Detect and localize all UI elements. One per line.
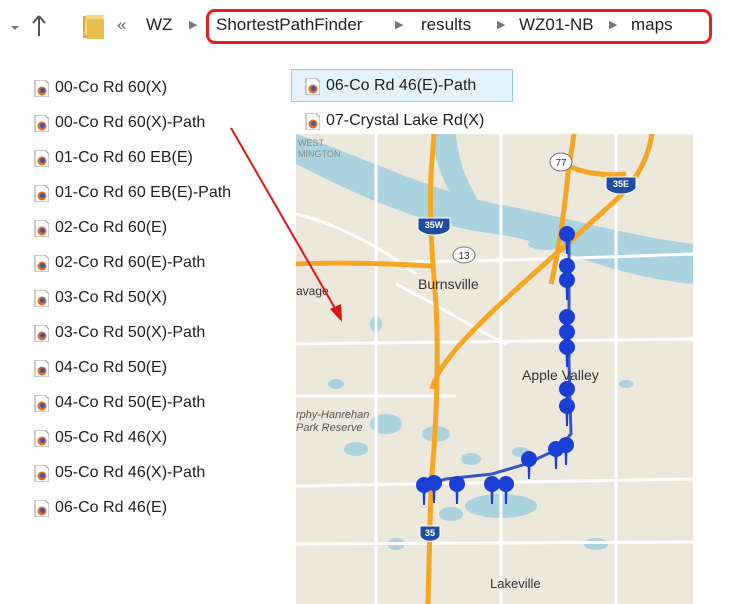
file-name: 03-Co Rd 50(X)-Path (55, 324, 206, 341)
firefox-html-file-icon (34, 360, 49, 377)
place-label: WEST (298, 138, 325, 148)
file-name: 01-Co Rd 60 EB(E) (55, 149, 193, 166)
folder-icon (83, 15, 104, 39)
firefox-html-file-icon (34, 290, 49, 307)
file-name: 06-Co Rd 46(E)-Path (326, 77, 477, 94)
firefox-html-file-icon (305, 78, 320, 95)
file-name: 05-Co Rd 46(X) (55, 429, 168, 446)
highway-77-shield: 77 (549, 152, 573, 172)
shield-label: 13 (458, 251, 470, 262)
overflow-crumbs-button[interactable]: « (117, 15, 126, 35)
file-name: 00-Co Rd 60(X) (55, 79, 168, 96)
file-name: 06-Co Rd 46(E) (55, 499, 168, 516)
shield-label: 35 (425, 528, 435, 538)
firefox-html-file-icon (34, 465, 49, 482)
path-highlight-box (206, 9, 712, 44)
map-canvas: 35W 35E 35 77 13 WEST MINGTON Burnsville… (296, 134, 693, 604)
place-label: rphy-Hanrehan (296, 409, 369, 421)
firefox-html-file-icon (34, 185, 49, 202)
file-name: 05-Co Rd 46(X)-Path (55, 464, 206, 481)
file-name: 01-Co Rd 60 EB(E)-Path (55, 184, 232, 201)
place-label: Burnsville (418, 276, 479, 292)
firefox-html-file-icon (34, 80, 49, 97)
firefox-html-file-icon (34, 395, 49, 412)
highway-13-shield: 13 (452, 246, 476, 264)
shield-label: 35W (425, 220, 444, 230)
recent-locations-chevron-icon[interactable] (9, 22, 21, 34)
map-preview[interactable]: 35W 35E 35 77 13 WEST MINGTON Burnsville… (296, 134, 693, 604)
firefox-html-file-icon (34, 255, 49, 272)
file-name: 03-Co Rd 50(X) (55, 289, 168, 306)
address-bar: « WZ ▶ ShortestPathFinder ▶ results ▶ WZ… (0, 0, 741, 56)
firefox-html-file-icon (34, 115, 49, 132)
shield-label: 77 (555, 158, 567, 169)
breadcrumb-wz[interactable]: WZ (146, 15, 172, 35)
up-arrow-icon[interactable] (31, 14, 47, 38)
file-name: 07-Crystal Lake Rd(X) (326, 112, 485, 129)
place-label: avage (296, 284, 329, 298)
interstate-35-shield: 35 (419, 525, 441, 542)
breadcrumb-separator-icon[interactable]: ▶ (189, 18, 197, 31)
file-name: 02-Co Rd 60(E)-Path (55, 254, 206, 271)
firefox-html-file-icon (305, 113, 320, 130)
file-name: 00-Co Rd 60(X)-Path (55, 114, 206, 131)
interstate-35w-shield: 35W (417, 217, 451, 236)
firefox-html-file-icon (34, 325, 49, 342)
place-label: Lakeville (490, 576, 541, 591)
place-label: Apple Valley (522, 367, 599, 383)
firefox-html-file-icon (34, 500, 49, 517)
interstate-35e-shield: 35E (605, 176, 637, 195)
file-name: 02-Co Rd 60(E) (55, 219, 168, 236)
firefox-html-file-icon (34, 430, 49, 447)
place-label: MINGTON (298, 149, 340, 159)
file-name: 04-Co Rd 50(E)-Path (55, 394, 206, 411)
firefox-html-file-icon (34, 150, 49, 167)
shield-label: 35E (613, 179, 629, 189)
file-name: 04-Co Rd 50(E) (55, 359, 168, 376)
place-label: Park Reserve (296, 422, 363, 434)
firefox-html-file-icon (34, 220, 49, 237)
